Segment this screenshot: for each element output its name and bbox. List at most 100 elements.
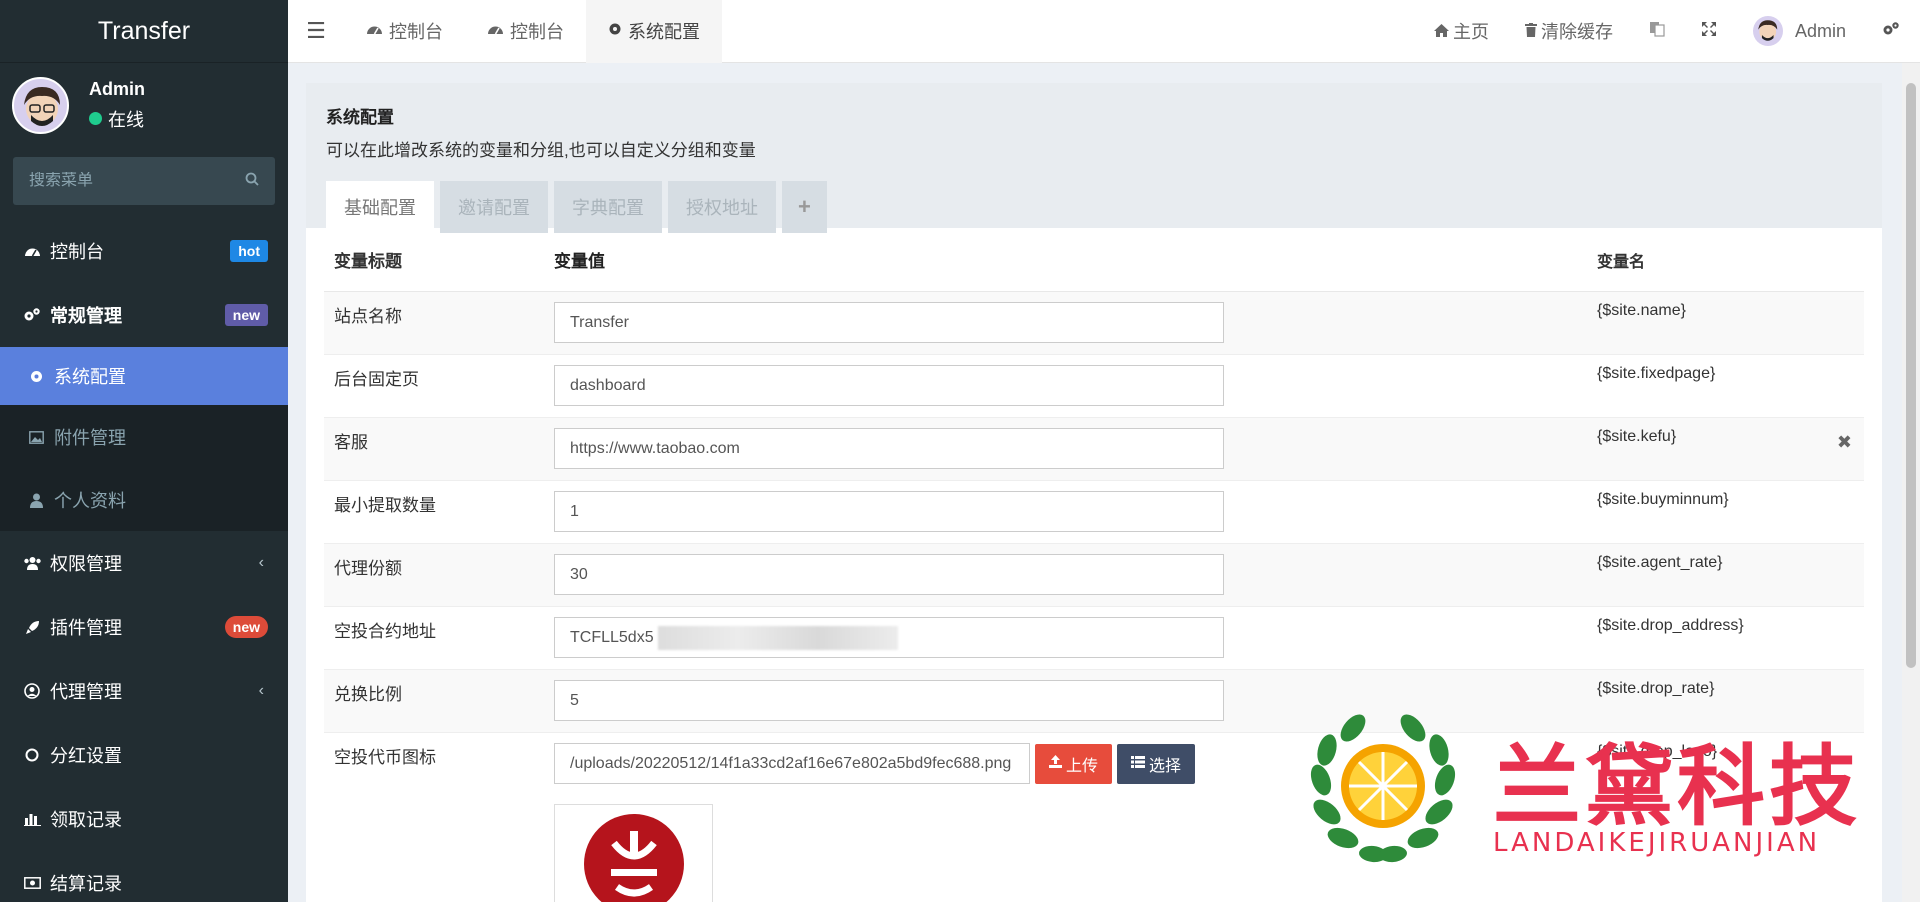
dashboard-icon	[487, 22, 504, 40]
online-dot-icon	[89, 112, 102, 125]
row-title: 兑换比例	[334, 685, 402, 704]
row-title: 空投合约地址	[334, 622, 436, 641]
page-title: 系统配置	[326, 108, 394, 127]
home-label: 主页	[1452, 22, 1489, 42]
sidebar-item-general[interactable]: 常规管理 new	[0, 283, 288, 347]
sidebar-item-attachments[interactable]: 附件管理	[0, 405, 288, 469]
brand-logo[interactable]: Transfer	[0, 0, 288, 63]
row-varname: {$site.drop_address}	[1597, 617, 1744, 634]
row-varname: {$site.name}	[1597, 302, 1686, 319]
sidebar-item-agents[interactable]: 代理管理 ‹	[0, 659, 288, 723]
sidebar-item-claim-records[interactable]: 领取记录	[0, 787, 288, 851]
sidebar-item-label: 权限管理	[50, 554, 122, 574]
menu-toggle-icon[interactable]: ☰	[288, 0, 344, 63]
sidebar-item-dashboard[interactable]: 控制台 hot	[0, 219, 288, 283]
sidebar-item-profile[interactable]: 个人资料	[0, 469, 288, 531]
config-tabs: 基础配置 邀请配置 字典配置 授权地址 +	[326, 181, 1862, 233]
sidebar-item-label: 控制台	[50, 242, 104, 262]
user-icon	[26, 493, 46, 508]
table-row: 代理份额 30 {$site.agent_rate}	[324, 544, 1864, 607]
clear-cache-label: 清除缓存	[1540, 22, 1613, 42]
table-row: 最小提取数量 1 {$site.buyminnum}	[324, 481, 1864, 544]
redacted-blur	[657, 625, 898, 650]
new-badge: new	[224, 304, 268, 326]
sidebar-item-label: 分红设置	[50, 746, 122, 766]
row-title: 空投代币图标	[334, 748, 436, 767]
sidebar-item-dividend[interactable]: 分红设置	[0, 723, 288, 787]
tab-dashboard-2[interactable]: 控制台	[465, 0, 586, 63]
choose-button[interactable]: 选择	[1117, 743, 1196, 784]
chevron-left-icon: ‹	[258, 682, 264, 699]
tab-basic-config[interactable]: 基础配置	[326, 181, 434, 233]
cogs-icon	[22, 307, 42, 323]
search-icon[interactable]	[245, 172, 259, 191]
tab-invite-config[interactable]: 邀请配置	[440, 181, 548, 233]
sidebar-item-settlement[interactable]: 结算记录	[0, 851, 288, 902]
cogs-icon	[1882, 21, 1900, 42]
table-row: 空投合约地址 TCFLL5dx5 {$site.drop_address}	[324, 607, 1864, 670]
sidebar-item-label: 常规管理	[50, 306, 122, 326]
close-icon[interactable]: ✖	[1837, 432, 1852, 453]
avatar	[12, 76, 69, 134]
circle-icon	[22, 748, 42, 762]
value-input[interactable]: 5	[554, 680, 1224, 721]
tab-dict-config[interactable]: 字典配置	[554, 181, 662, 233]
watermark-title: 兰黛科技	[1493, 735, 1862, 838]
sidebar: Transfer Admin 在线 控制台 hot	[0, 0, 288, 902]
sidebar-nav: 控制台 hot 常规管理 new 系统配置 附件管理 个人资料 权限管理 ‹ 插…	[0, 219, 288, 902]
value-input[interactable]: 1	[554, 491, 1224, 532]
home-link[interactable]: 主页	[1416, 0, 1507, 63]
address-text: TCFLL5dx5	[570, 628, 654, 646]
clear-cache-button[interactable]: 清除缓存	[1507, 0, 1631, 63]
sidebar-item-label: 附件管理	[54, 428, 126, 448]
tab-system-config[interactable]: 系统配置	[586, 0, 722, 63]
sidebar-item-label: 系统配置	[54, 367, 126, 387]
upload-icon	[1049, 754, 1062, 773]
token-logo-icon	[583, 814, 684, 902]
admin-menu[interactable]: Admin	[1735, 0, 1864, 63]
search-input[interactable]	[29, 172, 209, 190]
row-title: 最小提取数量	[334, 496, 436, 515]
add-tab-button[interactable]: +	[782, 181, 827, 233]
token-logo-preview	[554, 804, 713, 902]
value-input[interactable]: TCFLL5dx5	[554, 617, 1224, 658]
tab-label: 控制台	[510, 22, 564, 42]
sidebar-item-permissions[interactable]: 权限管理 ‹	[0, 531, 288, 595]
search-box	[13, 157, 275, 205]
tab-auth-address[interactable]: 授权地址	[668, 181, 776, 233]
fullscreen-button[interactable]	[1683, 0, 1735, 63]
col-name: 变量名	[1597, 253, 1646, 271]
table-row: 后台固定页 dashboard {$site.fixedpage}	[324, 355, 1864, 418]
upload-button[interactable]: 上传	[1035, 743, 1113, 784]
home-icon	[1433, 21, 1449, 42]
scrollbar[interactable]	[1902, 63, 1920, 902]
settings-button[interactable]	[1864, 0, 1920, 63]
value-input[interactable]: Transfer	[554, 302, 1224, 343]
money-icon	[22, 877, 42, 889]
content-header: 系统配置 可以在此增改系统的变量和分组,也可以自定义分组和变量 基础配置 邀请配…	[306, 83, 1882, 233]
table-header: 变量标题 变量值 变量名	[324, 228, 1864, 292]
sidebar-item-label: 结算记录	[50, 874, 122, 894]
value-input[interactable]: dashboard	[554, 365, 1224, 406]
sidebar-item-plugins[interactable]: 插件管理 new	[0, 595, 288, 659]
row-varname: {$site.agent_rate}	[1597, 554, 1723, 571]
new-badge: new	[224, 616, 268, 638]
table-row: 客服 https://www.taobao.com {$site.kefu} ✖	[324, 418, 1864, 481]
value-input[interactable]: 30	[554, 554, 1224, 595]
watermark-subtitle: LANDAIKEJIRUANJIAN	[1493, 828, 1821, 858]
watermark: 兰黛科技 LANDAIKEJIRUANJIAN	[1298, 710, 1878, 870]
group-icon	[22, 556, 42, 570]
dashboard-icon	[366, 22, 383, 40]
value-input[interactable]: https://www.taobao.com	[554, 428, 1224, 469]
user-panel: Admin 在线	[0, 63, 288, 147]
sidebar-item-label: 个人资料	[54, 491, 126, 511]
sidebar-item-system-config[interactable]: 系统配置	[0, 347, 288, 405]
row-title: 站点名称	[334, 307, 402, 326]
translate-button[interactable]	[1631, 0, 1683, 63]
scrollbar-thumb[interactable]	[1906, 83, 1916, 668]
tab-dashboard-1[interactable]: 控制台	[344, 0, 465, 63]
image-path-input[interactable]: /uploads/20220512/14f1a33cd2af16e67e802a…	[554, 743, 1030, 784]
sidebar-item-label: 代理管理	[50, 682, 122, 702]
header-right: 主页 清除缓存 Admin	[1416, 0, 1920, 63]
row-title: 后台固定页	[334, 370, 419, 389]
